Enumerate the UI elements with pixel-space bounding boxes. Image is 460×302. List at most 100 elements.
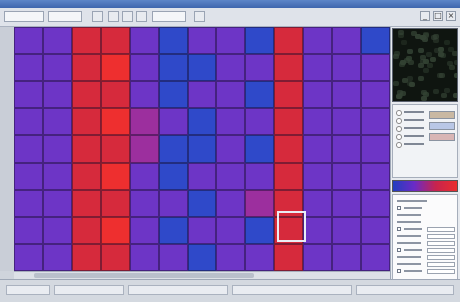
radio-icon[interactable] (396, 110, 402, 116)
heatmap-cell[interactable] (303, 81, 333, 109)
heatmap-cell[interactable] (100, 243, 130, 271)
heatmap-cell[interactable] (274, 54, 304, 82)
toolbar-button-3[interactable] (122, 11, 133, 22)
heatmap-cell[interactable] (14, 189, 43, 217)
heatmap-cell[interactable] (14, 216, 43, 244)
heatmap-cell[interactable] (361, 81, 390, 109)
heatmap-cell[interactable] (332, 81, 362, 109)
heatmap-cell[interactable] (100, 27, 130, 55)
heatmap-cell[interactable] (332, 108, 362, 136)
property-checkbox[interactable] (397, 269, 401, 273)
heatmap-cell[interactable] (158, 162, 188, 190)
heatmap-cell[interactable] (245, 189, 275, 217)
heatmap-cell[interactable] (158, 54, 188, 82)
heatmap-cell[interactable] (361, 243, 390, 271)
heatmap-cell[interactable] (71, 135, 101, 163)
heatmap-cell[interactable] (158, 243, 188, 271)
heatmap-cell[interactable] (332, 135, 362, 163)
heatmap-cell[interactable] (216, 216, 246, 244)
heatmap-cell[interactable] (274, 108, 304, 136)
heatmap-cell[interactable] (100, 81, 130, 109)
heatmap-cell[interactable] (14, 162, 43, 190)
heatmap-cell[interactable] (216, 162, 246, 190)
property-field[interactable] (427, 262, 455, 267)
heatmap-cell[interactable] (303, 27, 333, 55)
mode-dropdown[interactable] (152, 11, 186, 22)
heatmap-cell[interactable] (245, 162, 275, 190)
heatmap-cell[interactable] (332, 54, 362, 82)
heatmap-cell[interactable] (361, 189, 390, 217)
heatmap-cell[interactable] (216, 81, 246, 109)
heatmap-cell[interactable] (245, 216, 275, 244)
selected-cell-outline[interactable] (277, 210, 307, 242)
heatmap-cell[interactable] (332, 162, 362, 190)
heatmap-cell[interactable] (71, 162, 101, 190)
heatmap-cell[interactable] (42, 27, 72, 55)
property-field[interactable] (427, 255, 455, 260)
heatmap-cell[interactable] (303, 162, 333, 190)
heatmap-cell[interactable] (187, 135, 217, 163)
heatmap-cell[interactable] (303, 243, 333, 271)
heatmap-cell[interactable] (332, 189, 362, 217)
heatmap-cell[interactable] (361, 135, 390, 163)
heatmap-cell[interactable] (245, 54, 275, 82)
heatmap-cell[interactable] (361, 27, 390, 55)
heatmap-cell[interactable] (129, 54, 159, 82)
heatmap-cell[interactable] (245, 108, 275, 136)
heatmap-cell[interactable] (187, 189, 217, 217)
heatmap-cell[interactable] (216, 108, 246, 136)
heatmap-cell[interactable] (42, 81, 72, 109)
heatmap-cell[interactable] (274, 243, 304, 271)
heatmap-cell[interactable] (274, 135, 304, 163)
heatmap-cell[interactable] (100, 216, 130, 244)
heatmap-cell[interactable] (303, 216, 333, 244)
file-dropdown[interactable] (4, 11, 44, 22)
heatmap-cell[interactable] (42, 216, 72, 244)
heatmap-cell[interactable] (158, 189, 188, 217)
heatmap-cell[interactable] (187, 54, 217, 82)
heatmap-cell[interactable] (303, 108, 333, 136)
heatmap-cell[interactable] (42, 54, 72, 82)
heatmap-cell[interactable] (100, 54, 130, 82)
heatmap-cell[interactable] (216, 189, 246, 217)
heatmap-cell[interactable] (129, 108, 159, 136)
heatmap-cell[interactable] (42, 135, 72, 163)
heatmap-cell[interactable] (71, 54, 101, 82)
heatmap-cell[interactable] (187, 81, 217, 109)
heatmap-cell[interactable] (129, 216, 159, 244)
heatmap-cell[interactable] (14, 243, 43, 271)
heatmap-cell[interactable] (14, 27, 43, 55)
radio-icon[interactable] (396, 118, 402, 124)
heatmap-cell[interactable] (216, 27, 246, 55)
heatmap-cell[interactable] (303, 189, 333, 217)
heatmap-cell[interactable] (100, 189, 130, 217)
heatmap-cell[interactable] (71, 216, 101, 244)
heatmap-cell[interactable] (42, 243, 72, 271)
heatmap-cell[interactable] (187, 108, 217, 136)
heatmap-cell[interactable] (129, 81, 159, 109)
heatmap-cell[interactable] (187, 243, 217, 271)
heatmap-cell[interactable] (216, 54, 246, 82)
heatmap-cell[interactable] (303, 135, 333, 163)
heatmap-cell[interactable] (245, 27, 275, 55)
view-dropdown[interactable] (48, 11, 82, 22)
close-button[interactable]: × (446, 11, 456, 21)
heatmap-cell[interactable] (129, 243, 159, 271)
property-field[interactable] (427, 269, 455, 274)
heatmap-cell[interactable] (216, 135, 246, 163)
heatmap-cell[interactable] (245, 243, 275, 271)
heatmap-cell[interactable] (158, 81, 188, 109)
heatmap-cell[interactable] (100, 162, 130, 190)
heatmap-cell[interactable] (100, 108, 130, 136)
heatmap-cell[interactable] (303, 54, 333, 82)
heatmap-cell[interactable] (361, 216, 390, 244)
property-field[interactable] (427, 234, 455, 239)
heatmap-cell[interactable] (332, 27, 362, 55)
heatmap-cell[interactable] (158, 108, 188, 136)
heatmap-cell[interactable] (158, 135, 188, 163)
toolbar-button-2[interactable] (108, 11, 119, 22)
heatmap-cell[interactable] (129, 135, 159, 163)
radio-icon[interactable] (396, 134, 402, 140)
heatmap-cell[interactable] (71, 189, 101, 217)
heatmap-cell[interactable] (71, 108, 101, 136)
